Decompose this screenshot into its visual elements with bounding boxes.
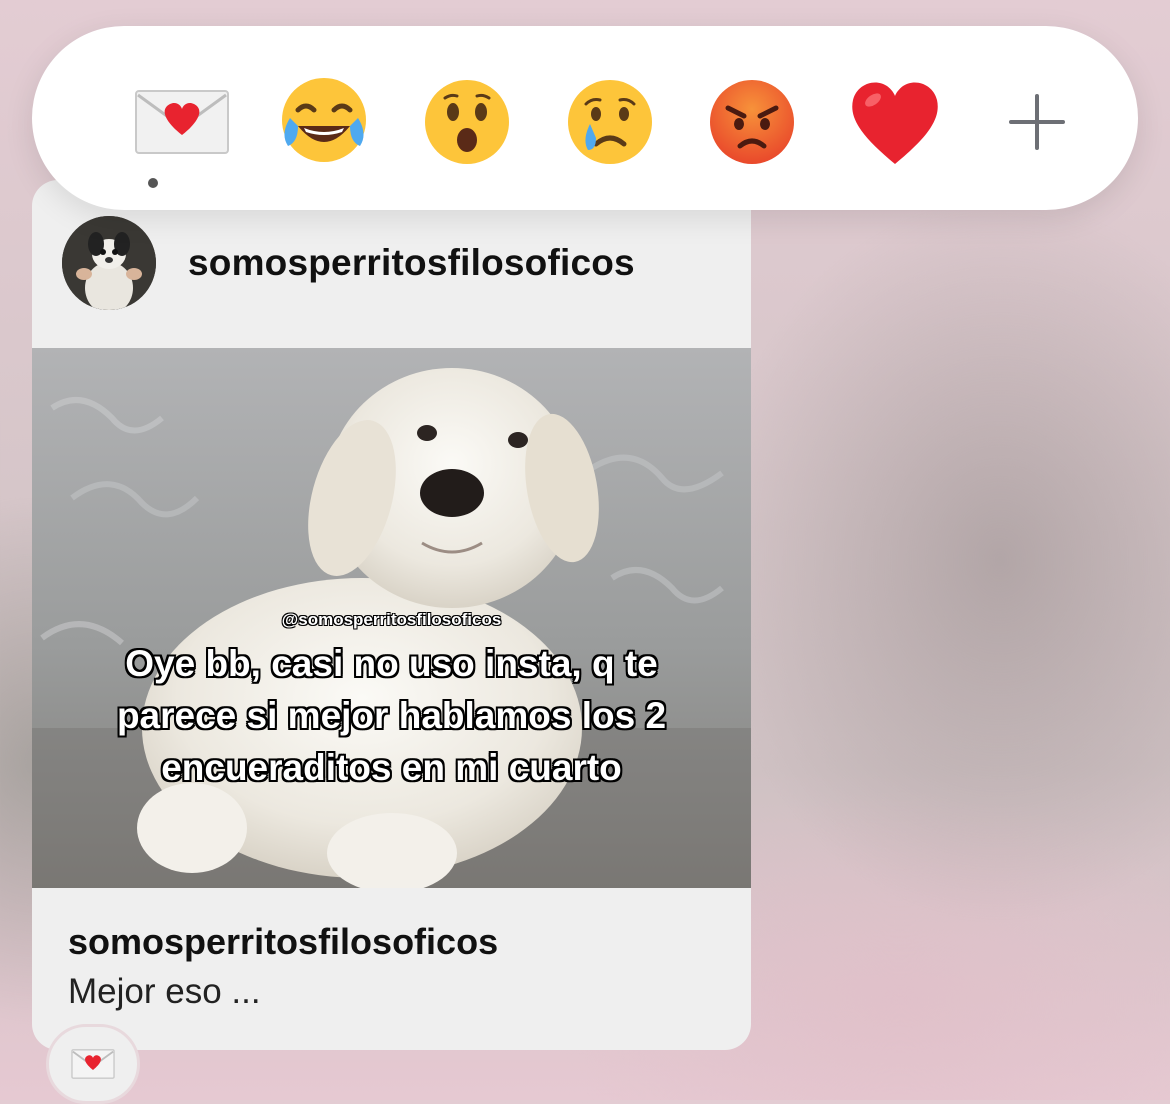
- dog-avatar-image: [62, 216, 156, 310]
- love-letter-reaction[interactable]: [132, 72, 232, 172]
- angry-face-icon: [710, 80, 794, 164]
- shared-post-card[interactable]: somosperritosfilosoficos @somosperritosf…: [32, 180, 751, 1050]
- post-header[interactable]: somosperritosfilosoficos: [32, 210, 751, 320]
- tears-of-joy-icon: [282, 78, 366, 162]
- reaction-bar: [32, 26, 1138, 210]
- love-letter-icon: [71, 1049, 115, 1079]
- heart-reaction[interactable]: [845, 72, 945, 172]
- post-account-name[interactable]: somosperritosfilosoficos: [188, 242, 635, 284]
- wow-reaction[interactable]: [417, 72, 517, 172]
- plus-icon: [1009, 94, 1065, 150]
- post-footer: somosperritosfilosoficos Mejor eso ...: [68, 918, 728, 1018]
- sad-reaction[interactable]: [560, 72, 660, 172]
- post-image[interactable]: @somosperritosfilosoficos Oye bb, casi n…: [32, 348, 751, 888]
- avatar[interactable]: [62, 216, 156, 310]
- image-watermark: @somosperritosfilosoficos: [281, 610, 502, 629]
- add-reaction-button[interactable]: [987, 72, 1087, 172]
- surprised-face-icon: [425, 80, 509, 164]
- red-heart-icon: [852, 82, 938, 164]
- love-letter-icon: [135, 90, 229, 154]
- image-caption: Oye bb, casi no uso insta, q te parece s…: [116, 643, 667, 788]
- angry-reaction[interactable]: [702, 72, 802, 172]
- crying-face-icon: [568, 80, 652, 164]
- post-caption-preview: Mejor eso ...: [68, 972, 261, 1011]
- message-reaction-badge[interactable]: [46, 1024, 140, 1104]
- selected-reaction-indicator: [148, 178, 158, 188]
- laughing-reaction[interactable]: [274, 72, 374, 172]
- footer-account-name[interactable]: somosperritosfilosoficos: [68, 918, 728, 966]
